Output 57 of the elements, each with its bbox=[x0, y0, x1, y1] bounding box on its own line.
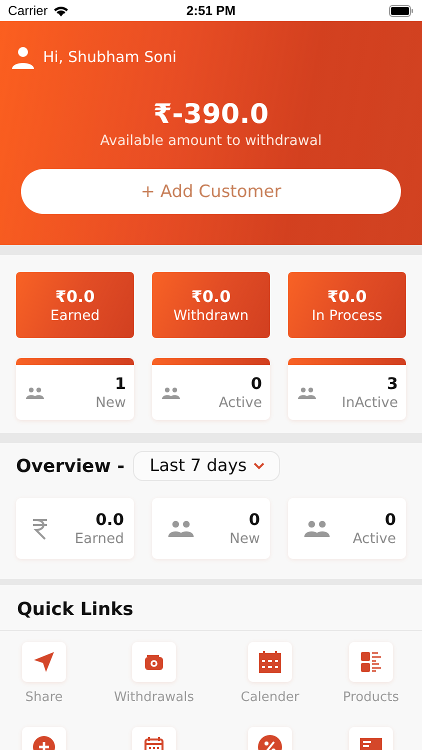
wifi-icon bbox=[52, 4, 69, 16]
calendar-icon bbox=[258, 650, 282, 674]
overview-card[interactable]: 0 Active bbox=[288, 498, 406, 559]
overview-label: Active bbox=[352, 531, 396, 547]
battery-icon bbox=[389, 4, 414, 16]
count-label: InActive bbox=[342, 395, 398, 411]
count-value: 1 bbox=[114, 374, 126, 393]
total-amount: ₹0.0 bbox=[191, 286, 231, 306]
total-amount: ₹0.0 bbox=[327, 286, 367, 306]
carrier-label: Carrier bbox=[8, 3, 48, 18]
overview-label: Earned bbox=[74, 531, 124, 547]
overview-value: 0 bbox=[384, 510, 396, 529]
overview-value: 0.0 bbox=[96, 510, 124, 529]
customer-count-card[interactable]: 3 InActive bbox=[288, 358, 406, 420]
paper-plane-icon bbox=[33, 651, 55, 673]
count-label: Active bbox=[218, 395, 262, 411]
balance-amount: ₹-390.0 bbox=[153, 99, 269, 130]
quick-link-label: Calender bbox=[240, 690, 300, 705]
total-label: In Process bbox=[312, 308, 382, 324]
quick-link-button[interactable] bbox=[349, 642, 393, 682]
quick-link-label: Share bbox=[25, 690, 63, 705]
customer-count-card[interactable]: 1 New bbox=[16, 358, 134, 420]
balance-caption: Available amount to withdrawal bbox=[100, 133, 322, 149]
chevron-down-icon bbox=[252, 462, 265, 470]
people-icon bbox=[304, 520, 330, 537]
total-card[interactable]: ₹0.0 Earned bbox=[16, 272, 134, 338]
greeting-text: Hi, Shubham Soni bbox=[43, 48, 176, 66]
total-card[interactable]: ₹0.0 In Process bbox=[288, 272, 406, 338]
total-amount: ₹0.0 bbox=[55, 286, 95, 306]
wallet-icon bbox=[144, 653, 164, 671]
list-icon bbox=[360, 651, 382, 673]
people-icon bbox=[26, 386, 44, 398]
count-value: 3 bbox=[386, 374, 398, 393]
total-label: Earned bbox=[50, 308, 100, 324]
overview-label: New bbox=[229, 531, 260, 547]
quick-link-button[interactable] bbox=[22, 642, 66, 682]
quick-links-title: Quick Links bbox=[0, 585, 422, 631]
count-value: 0 bbox=[250, 374, 262, 393]
status-time: 2:51 PM bbox=[186, 3, 236, 18]
user-icon bbox=[11, 45, 35, 69]
quick-link-label: Withdrawals bbox=[114, 690, 194, 705]
period-dropdown[interactable]: Last 7 days bbox=[132, 451, 280, 481]
quick-link-label: Products bbox=[342, 690, 400, 705]
total-label: Withdrawn bbox=[173, 308, 249, 324]
people-icon bbox=[298, 386, 316, 398]
total-card[interactable]: ₹0.0 Withdrawn bbox=[152, 272, 270, 338]
overview-card[interactable]: 0.0 Earned bbox=[16, 498, 134, 559]
people-icon bbox=[162, 386, 180, 398]
overview-card[interactable]: 0 New bbox=[152, 498, 270, 559]
customer-count-card[interactable]: 0 Active bbox=[152, 358, 270, 420]
count-label: New bbox=[95, 395, 126, 411]
overview-value: 0 bbox=[248, 510, 260, 529]
overview-title: Overview - bbox=[16, 456, 125, 476]
quick-link-button[interactable] bbox=[132, 642, 176, 682]
people-icon bbox=[168, 520, 194, 537]
quick-link-button[interactable] bbox=[248, 642, 292, 682]
rupee-icon bbox=[32, 518, 48, 540]
